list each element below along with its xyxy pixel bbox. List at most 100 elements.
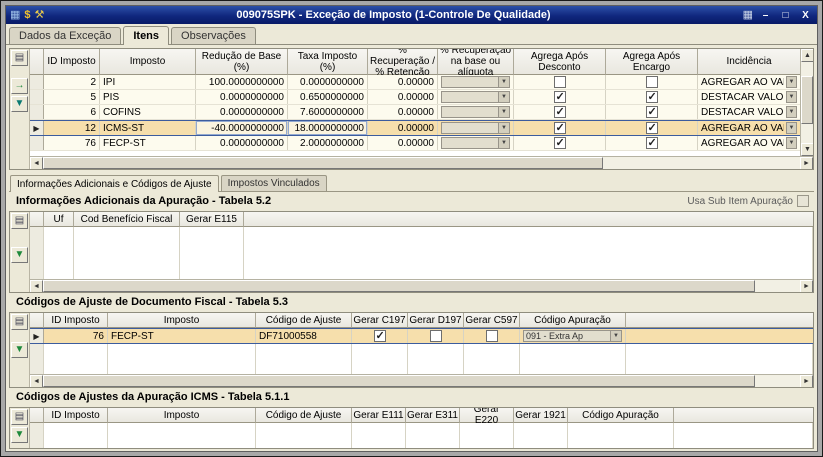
agrega-apos-desconto-checkbox[interactable] xyxy=(553,105,566,118)
col-gerar-e311[interactable]: Gerar E311 xyxy=(406,408,460,423)
col-taxa-imposto[interactable]: Taxa Imposto (%) xyxy=(288,49,368,75)
agrega-apos-encargo-checkbox[interactable] xyxy=(645,105,658,118)
table-row[interactable]: 6 COFINS 0.0000000000 7.6000000000 0.000… xyxy=(30,105,800,120)
grid-layout-button[interactable]: ▤ xyxy=(11,314,28,330)
col-id-imposto[interactable]: ID Imposto xyxy=(44,408,108,423)
col-gerar-e220[interactable]: Gerar E220 xyxy=(460,408,514,426)
scroll-right-button[interactable]: ► xyxy=(800,280,813,292)
grid-layout-button[interactable]: ▤ xyxy=(11,409,28,425)
col-recuperacao-base-aliquota[interactable]: % Recuperação na base ou alíquota xyxy=(438,49,514,78)
col-codigo-de-ajuste[interactable]: Código de Ajuste xyxy=(256,408,352,423)
grid-go-last-button[interactable]: ▼ xyxy=(11,427,28,443)
col-cod-beneficio-fiscal[interactable]: Cod Benefício Fiscal xyxy=(74,212,180,227)
scroll-up-button[interactable]: ▲ xyxy=(801,49,813,62)
cell-incidencia[interactable]: AGREGAR AO VALOR TO▼ xyxy=(698,121,800,135)
recuperacao-base-combo[interactable]: ▼ xyxy=(441,76,510,88)
table-row-selected[interactable]: ▶ 12 ICMS-ST -40.0000000000 18.000000000… xyxy=(30,120,800,136)
table-row-selected[interactable]: ▶ 76 FECP-ST DF71000558 091 - Extra Ap▼ xyxy=(30,328,813,344)
codigo-apuracao-combo[interactable]: 091 - Extra Ap ▼ xyxy=(523,330,622,342)
minimize-button[interactable]: – xyxy=(758,9,773,22)
agrega-apos-encargo-checkbox[interactable] xyxy=(645,121,658,134)
grid-layout-button[interactable]: ▤ xyxy=(11,50,28,66)
col-imposto[interactable]: Imposto xyxy=(100,49,196,75)
scroll-left-button[interactable]: ◄ xyxy=(30,157,43,169)
gerar-c597-checkbox[interactable] xyxy=(485,330,498,342)
scrollbar-thumb[interactable] xyxy=(43,375,755,387)
col-imposto[interactable]: Imposto xyxy=(108,313,256,328)
col-agrega-apos-desconto[interactable]: Agrega Após Desconto xyxy=(514,49,606,75)
cell-incidencia[interactable]: AGREGAR AO VALOR TO▼ xyxy=(698,136,800,150)
gerar-c197-checkbox[interactable] xyxy=(373,329,386,342)
grid-go-last-button[interactable]: ▼ xyxy=(11,247,28,263)
scrollbar-thumb[interactable] xyxy=(801,76,813,124)
col-gerar-e111[interactable]: Gerar E111 xyxy=(352,408,406,423)
col-id-imposto[interactable]: ID Imposto xyxy=(44,313,108,328)
incidencia-dropdown-icon[interactable]: ▼ xyxy=(786,91,797,103)
horizontal-scrollbar[interactable]: ◄ ► xyxy=(30,374,813,387)
tab-informacoes-adicionais[interactable]: Informações Adicionais e Códigos de Ajus… xyxy=(10,175,219,192)
col-gerar-d197[interactable]: Gerar D197 xyxy=(408,313,464,328)
col-agrega-apos-encargo[interactable]: Agrega Após Encargo xyxy=(606,49,698,75)
tab-itens[interactable]: Itens xyxy=(123,26,170,45)
horizontal-scrollbar[interactable]: ◄ ► xyxy=(30,279,813,292)
tab-dados-da-excecao[interactable]: Dados da Exceção xyxy=(9,27,122,44)
row-selector[interactable] xyxy=(30,90,44,104)
gerar-d197-checkbox[interactable] xyxy=(429,330,442,342)
incidencia-dropdown-icon[interactable]: ▼ xyxy=(786,76,797,88)
col-gerar-e115[interactable]: Gerar E115 xyxy=(180,212,244,227)
agrega-apos-desconto-checkbox[interactable] xyxy=(553,136,566,149)
agrega-apos-desconto-checkbox[interactable] xyxy=(553,121,566,134)
agrega-apos-encargo-checkbox[interactable] xyxy=(645,76,658,88)
scroll-left-button[interactable]: ◄ xyxy=(30,375,43,387)
row-selector[interactable] xyxy=(30,105,44,119)
tab-observacoes[interactable]: Observações xyxy=(171,27,256,44)
recuperacao-base-combo[interactable]: ▼ xyxy=(441,91,510,103)
recuperacao-base-combo[interactable]: ▼ xyxy=(441,106,510,118)
table-row[interactable]: 2 IPI 100.0000000000 0.0000000000 0.0000… xyxy=(30,75,800,90)
maximize-button[interactable]: □ xyxy=(778,9,793,22)
col-gerar-1921[interactable]: Gerar 1921 xyxy=(514,408,568,423)
col-codigo-apuracao[interactable]: Código Apuração xyxy=(568,408,674,423)
scrollbar-track[interactable] xyxy=(43,157,800,169)
table-row[interactable]: 76 FECP-ST 0.0000000000 2.0000000000 0.0… xyxy=(30,136,800,151)
horizontal-scrollbar[interactable]: ◄ ► xyxy=(30,156,813,169)
scrollbar-thumb[interactable] xyxy=(43,157,604,169)
row-selector[interactable]: ▶ xyxy=(30,121,44,135)
scroll-right-button[interactable]: ► xyxy=(800,375,813,387)
agrega-apos-encargo-checkbox[interactable] xyxy=(645,136,658,149)
grid-export-button[interactable]: → xyxy=(11,78,28,94)
scrollbar-thumb[interactable] xyxy=(43,280,755,292)
row-selector[interactable] xyxy=(30,75,44,89)
recuperacao-base-combo[interactable]: ▼ xyxy=(441,137,510,149)
col-gerar-c597[interactable]: Gerar C597 xyxy=(464,313,520,328)
agrega-apos-desconto-checkbox[interactable] xyxy=(553,76,566,88)
cell-taxa[interactable]: 18.0000000000 xyxy=(288,121,368,135)
cell-incidencia[interactable]: DESTACAR VALOR DO I▼ xyxy=(698,105,800,119)
grid-go-last-button[interactable]: ▼ xyxy=(11,342,28,358)
scroll-left-button[interactable]: ◄ xyxy=(30,280,43,292)
grid-layout-button[interactable]: ▤ xyxy=(11,213,28,229)
incidencia-dropdown-icon[interactable]: ▼ xyxy=(786,106,797,118)
row-selector[interactable]: ▶ xyxy=(30,329,44,343)
incidencia-dropdown-icon[interactable]: ▼ xyxy=(786,122,797,134)
cell-incidencia[interactable]: DESTACAR VALOR DO I▼ xyxy=(698,90,800,104)
scrollbar-track[interactable] xyxy=(43,375,800,387)
col-reducao-base[interactable]: Redução de Base (%) xyxy=(196,49,288,75)
col-recuperacao-retencao[interactable]: % Recuperação / % Retenção xyxy=(368,49,438,78)
agrega-apos-desconto-checkbox[interactable] xyxy=(553,90,566,103)
col-incidencia[interactable]: Incidência xyxy=(698,49,800,75)
col-id-imposto[interactable]: ID Imposto xyxy=(44,49,100,75)
scrollbar-track[interactable] xyxy=(801,62,813,143)
scrollbar-track[interactable] xyxy=(43,280,800,292)
col-uf[interactable]: Uf xyxy=(44,212,74,227)
cell-incidencia[interactable]: AGREGAR AO VALOR TO▼ xyxy=(698,75,800,89)
vertical-scrollbar[interactable]: ▲ ▼ xyxy=(800,49,813,156)
close-button[interactable]: X xyxy=(798,9,813,22)
agrega-apos-encargo-checkbox[interactable] xyxy=(645,90,658,103)
table-row[interactable]: 5 PIS 0.0000000000 0.6500000000 0.00000 … xyxy=(30,90,800,105)
col-codigo-de-ajuste[interactable]: Código de Ajuste xyxy=(256,313,352,328)
recuperacao-base-combo[interactable]: ▼ xyxy=(441,122,510,134)
usa-sub-item-checkbox[interactable] xyxy=(797,195,809,207)
tab-impostos-vinculados[interactable]: Impostos Vinculados xyxy=(220,175,327,191)
scroll-right-button[interactable]: ► xyxy=(800,157,813,169)
